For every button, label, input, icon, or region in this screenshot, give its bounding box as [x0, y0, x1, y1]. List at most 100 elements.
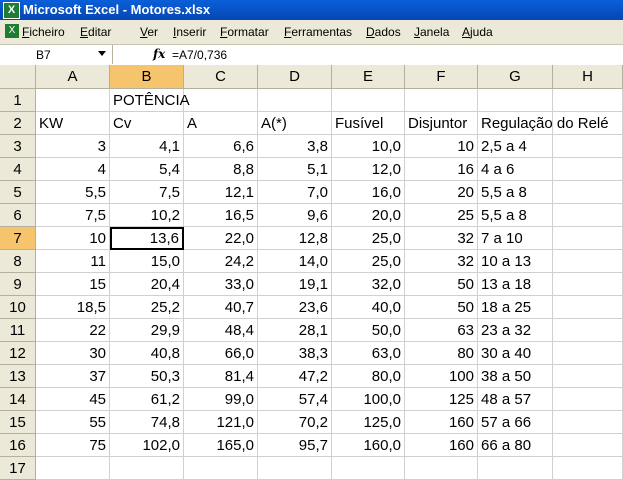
row-header-16[interactable]: 16: [0, 434, 36, 457]
column-header-a[interactable]: A: [36, 65, 110, 89]
cell-f10[interactable]: 50: [405, 296, 478, 319]
cell-g10[interactable]: 18 a 25: [478, 296, 553, 319]
cell-e10[interactable]: 40,0: [332, 296, 405, 319]
cell-e13[interactable]: 80,0: [332, 365, 405, 388]
cell-g3[interactable]: 2,5 a 4: [478, 135, 553, 158]
cell-e3[interactable]: 10,0: [332, 135, 405, 158]
cell-h13[interactable]: [553, 365, 623, 388]
cell-a3[interactable]: 3: [36, 135, 110, 158]
cell-b15[interactable]: 74,8: [110, 411, 184, 434]
cell-a13[interactable]: 37: [36, 365, 110, 388]
cell-a11[interactable]: 22: [36, 319, 110, 342]
column-header-f[interactable]: F: [405, 65, 478, 89]
row-header-14[interactable]: 14: [0, 388, 36, 411]
cell-d4[interactable]: 5,1: [258, 158, 332, 181]
cell-e5[interactable]: 16,0: [332, 181, 405, 204]
cell-e11[interactable]: 50,0: [332, 319, 405, 342]
chevron-down-icon[interactable]: [98, 51, 106, 56]
cell-d11[interactable]: 28,1: [258, 319, 332, 342]
cell-b12[interactable]: 40,8: [110, 342, 184, 365]
cell-b2[interactable]: Cv: [110, 112, 184, 135]
cell-a5[interactable]: 5,5: [36, 181, 110, 204]
cell-a4[interactable]: 4: [36, 158, 110, 181]
cell-h12[interactable]: [553, 342, 623, 365]
cell-h5[interactable]: [553, 181, 623, 204]
menu-item-ver[interactable]: Ver: [140, 25, 158, 39]
cell-b9[interactable]: 20,4: [110, 273, 184, 296]
cell-f5[interactable]: 20: [405, 181, 478, 204]
cell-e7[interactable]: 25,0: [332, 227, 405, 250]
cell-a12[interactable]: 30: [36, 342, 110, 365]
column-header-c[interactable]: C: [184, 65, 258, 89]
cell-c11[interactable]: 48,4: [184, 319, 258, 342]
cell-g5[interactable]: 5,5 a 8: [478, 181, 553, 204]
row-header-11[interactable]: 11: [0, 319, 36, 342]
cell-d14[interactable]: 57,4: [258, 388, 332, 411]
cell-a10[interactable]: 18,5: [36, 296, 110, 319]
cell-e4[interactable]: 12,0: [332, 158, 405, 181]
cell-h2[interactable]: [553, 112, 623, 135]
cell-e12[interactable]: 63,0: [332, 342, 405, 365]
column-header-h[interactable]: H: [553, 65, 623, 89]
cell-f14[interactable]: 125: [405, 388, 478, 411]
cell-h14[interactable]: [553, 388, 623, 411]
row-header-10[interactable]: 10: [0, 296, 36, 319]
cell-h11[interactable]: [553, 319, 623, 342]
menu-item-formatar[interactable]: Formatar: [220, 25, 269, 39]
cell-h3[interactable]: [553, 135, 623, 158]
menu-item-ajuda[interactable]: Ajuda: [462, 25, 493, 39]
cell-a2[interactable]: KW: [36, 112, 110, 135]
cell-a16[interactable]: 75: [36, 434, 110, 457]
cell-g11[interactable]: 23 a 32: [478, 319, 553, 342]
cell-d8[interactable]: 14,0: [258, 250, 332, 273]
row-header-17[interactable]: 17: [0, 457, 36, 480]
cell-f4[interactable]: 16: [405, 158, 478, 181]
cell-c16[interactable]: 165,0: [184, 434, 258, 457]
cell-g13[interactable]: 38 a 50: [478, 365, 553, 388]
cell-h6[interactable]: [553, 204, 623, 227]
cell-c9[interactable]: 33,0: [184, 273, 258, 296]
row-header-5[interactable]: 5: [0, 181, 36, 204]
cell-d2[interactable]: A(*): [258, 112, 332, 135]
cell-f8[interactable]: 32: [405, 250, 478, 273]
cell-e17[interactable]: [332, 457, 405, 480]
cell-b3[interactable]: 4,1: [110, 135, 184, 158]
cell-e15[interactable]: 125,0: [332, 411, 405, 434]
cell-b16[interactable]: 102,0: [110, 434, 184, 457]
cell-f12[interactable]: 80: [405, 342, 478, 365]
row-header-7[interactable]: 7: [0, 227, 36, 250]
cell-f17[interactable]: [405, 457, 478, 480]
cell-g12[interactable]: 30 a 40: [478, 342, 553, 365]
cell-f1[interactable]: [405, 89, 478, 112]
cell-c8[interactable]: 24,2: [184, 250, 258, 273]
cell-h8[interactable]: [553, 250, 623, 273]
cell-f15[interactable]: 160: [405, 411, 478, 434]
row-header-1[interactable]: 1: [0, 89, 36, 112]
menu-item-ficheiro[interactable]: Ficheiro: [22, 25, 65, 39]
row-header-9[interactable]: 9: [0, 273, 36, 296]
cell-d17[interactable]: [258, 457, 332, 480]
cell-b14[interactable]: 61,2: [110, 388, 184, 411]
cell-a8[interactable]: 11: [36, 250, 110, 273]
cell-c5[interactable]: 12,1: [184, 181, 258, 204]
cell-f7[interactable]: 32: [405, 227, 478, 250]
cell-d12[interactable]: 38,3: [258, 342, 332, 365]
column-header-e[interactable]: E: [332, 65, 405, 89]
cell-e8[interactable]: 25,0: [332, 250, 405, 273]
cell-d15[interactable]: 70,2: [258, 411, 332, 434]
row-header-2[interactable]: 2: [0, 112, 36, 135]
cell-c4[interactable]: 8,8: [184, 158, 258, 181]
cell-a1[interactable]: [36, 89, 110, 112]
cell-b5[interactable]: 7,5: [110, 181, 184, 204]
name-box[interactable]: B7: [0, 45, 113, 64]
cell-a6[interactable]: 7,5: [36, 204, 110, 227]
cell-d9[interactable]: 19,1: [258, 273, 332, 296]
cell-d13[interactable]: 47,2: [258, 365, 332, 388]
active-cell[interactable]: 13,6: [110, 227, 184, 250]
cell-a15[interactable]: 55: [36, 411, 110, 434]
row-header-12[interactable]: 12: [0, 342, 36, 365]
cell-b8[interactable]: 15,0: [110, 250, 184, 273]
cell-b4[interactable]: 5,4: [110, 158, 184, 181]
cell-h1[interactable]: [553, 89, 623, 112]
cell-b6[interactable]: 10,2: [110, 204, 184, 227]
